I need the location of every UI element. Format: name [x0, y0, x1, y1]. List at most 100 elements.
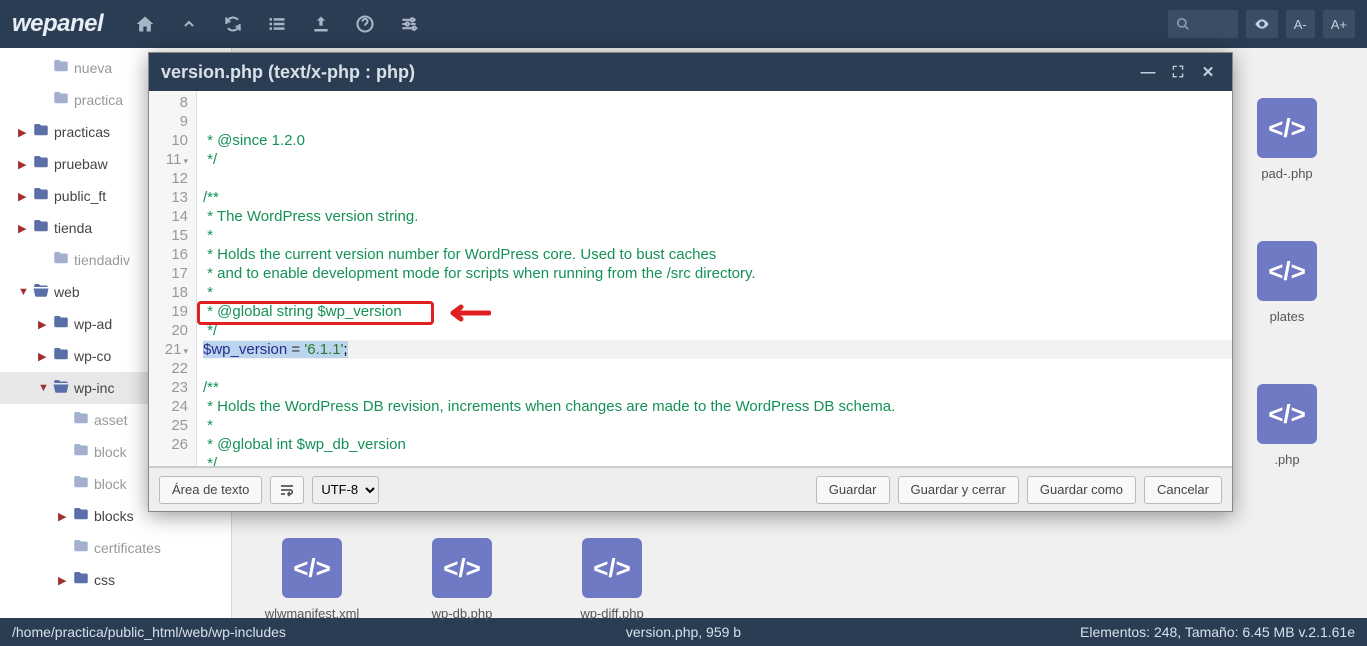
status-bar: /home/practica/public_html/web/wp-includ… — [0, 618, 1367, 646]
textarea-mode-button[interactable]: Área de texto — [159, 476, 262, 504]
code-line-10[interactable] — [203, 169, 1232, 188]
refresh-icon[interactable] — [211, 0, 255, 48]
home-icon[interactable] — [123, 0, 167, 48]
sidebar-item-label: practicas — [54, 124, 110, 140]
code-line-16[interactable]: * — [203, 283, 1232, 302]
file-grid-right: </> pad-.php </>plates </>.php — [1237, 98, 1337, 467]
folder-icon — [52, 57, 72, 79]
sidebar-item-label: practica — [74, 92, 123, 108]
view-toggle-button[interactable] — [1246, 10, 1278, 38]
code-line-17[interactable]: * @global string $wp_version — [203, 302, 1232, 321]
code-line-22[interactable]: * Holds the WordPress DB revision, incre… — [203, 397, 1232, 416]
search-input[interactable] — [1168, 10, 1238, 38]
sidebar-item-label: pruebaw — [54, 156, 108, 172]
sidebar-item-label: nueva — [74, 60, 112, 76]
file-tile[interactable]: </>.php — [1237, 384, 1337, 467]
code-line-19[interactable]: $wp_version = '6.1.1'; — [203, 340, 1232, 359]
sidebar-item-certificates[interactable]: certificates — [0, 532, 231, 564]
up-icon[interactable] — [167, 0, 211, 48]
caret-icon[interactable]: ▶ — [18, 190, 32, 203]
list-icon[interactable] — [255, 0, 299, 48]
file-name-label: wlwmanifest.xml — [265, 606, 360, 621]
sidebar-item-css[interactable]: ▶ css — [0, 564, 231, 596]
code-line-12[interactable]: * The WordPress version string. — [203, 207, 1232, 226]
caret-icon[interactable]: ▶ — [18, 158, 32, 171]
status-summary: Elementos: 248, Tamaño: 6.45 MB v.2.1.61… — [1080, 624, 1355, 640]
code-line-11[interactable]: /** — [203, 188, 1232, 207]
file-tile[interactable]: </>wlwmanifest.xml — [262, 538, 362, 621]
font-decrease-button[interactable]: A- — [1286, 10, 1315, 38]
editor-modal: version.php (text/x-php : php) — ⛶ ✕ 891… — [148, 52, 1233, 512]
code-content[interactable]: * @since 1.2.0 */ /** * The WordPress ver… — [197, 91, 1232, 466]
close-icon[interactable]: ✕ — [1196, 60, 1220, 84]
file-name-label: .php — [1274, 452, 1299, 467]
save-close-button[interactable]: Guardar y cerrar — [898, 476, 1019, 504]
brand-logo: wepanel — [12, 10, 103, 38]
toolbar-icon-group — [123, 0, 431, 48]
folder-icon — [32, 281, 52, 303]
code-editor[interactable]: 891011121314151617181920212223242526 * @… — [149, 91, 1232, 467]
code-line-20[interactable] — [203, 359, 1232, 378]
maximize-icon[interactable]: ⛶ — [1166, 60, 1190, 84]
file-tile[interactable]: </> wp-db.php — [412, 538, 512, 621]
file-icon: </> — [432, 538, 492, 598]
code-line-23[interactable]: * — [203, 416, 1232, 435]
encoding-select[interactable]: UTF-8 — [312, 476, 379, 504]
code-line-21[interactable]: /** — [203, 378, 1232, 397]
folder-icon — [32, 185, 52, 207]
code-line-13[interactable]: * — [203, 226, 1232, 245]
code-line-14[interactable]: * Holds the current version number for W… — [203, 245, 1232, 264]
folder-icon — [72, 441, 92, 463]
sidebar-item-label: asset — [94, 412, 127, 428]
status-file-info: version.php, 959 b — [626, 624, 741, 640]
folder-icon — [32, 153, 52, 175]
wrap-toggle-button[interactable] — [270, 476, 304, 504]
cancel-button[interactable]: Cancelar — [1144, 476, 1222, 504]
settings-icon[interactable] — [387, 0, 431, 48]
folder-icon — [52, 313, 72, 335]
file-tile[interactable]: </> pad-.php — [1237, 98, 1337, 181]
modal-titlebar: version.php (text/x-php : php) — ⛶ ✕ — [149, 53, 1232, 91]
caret-icon[interactable]: ▼ — [18, 286, 32, 298]
folder-icon — [72, 537, 92, 559]
sidebar-item-label: wp-ad — [74, 316, 112, 332]
file-name-label: plates — [1270, 309, 1305, 324]
code-line-24[interactable]: * @global int $wp_db_version — [203, 435, 1232, 454]
caret-icon[interactable]: ▶ — [58, 574, 72, 587]
file-name-label: wp-diff.php — [580, 606, 643, 621]
caret-icon[interactable]: ▶ — [18, 126, 32, 139]
file-name-label: wp-db.php — [432, 606, 493, 621]
sidebar-item-label: tienda — [54, 220, 92, 236]
help-icon[interactable] — [343, 0, 387, 48]
folder-icon — [72, 409, 92, 431]
caret-icon[interactable]: ▶ — [38, 318, 52, 331]
code-line-25[interactable]: */ — [203, 454, 1232, 466]
folder-icon — [52, 377, 72, 399]
folder-icon — [72, 569, 92, 591]
file-name-label: pad-.php — [1261, 166, 1312, 181]
line-number-gutter: 891011121314151617181920212223242526 — [149, 91, 197, 466]
file-icon: </> — [1257, 98, 1317, 158]
sidebar-item-label: wp-co — [74, 348, 111, 364]
save-as-button[interactable]: Guardar como — [1027, 476, 1136, 504]
minimize-icon[interactable]: — — [1136, 60, 1160, 84]
code-line-15[interactable]: * and to enable development mode for scr… — [203, 264, 1232, 283]
file-tile[interactable]: </>plates — [1237, 241, 1337, 324]
code-line-9[interactable]: */ — [203, 150, 1232, 169]
caret-icon[interactable]: ▶ — [58, 510, 72, 523]
sidebar-item-label: tiendadiv — [74, 252, 130, 268]
font-increase-button[interactable]: A+ — [1323, 10, 1355, 38]
file-tile[interactable]: </>wp-diff.php — [562, 538, 662, 621]
code-line-8[interactable]: * @since 1.2.0 — [203, 131, 1232, 150]
upload-icon[interactable] — [299, 0, 343, 48]
caret-icon[interactable]: ▶ — [38, 350, 52, 363]
code-line-18[interactable]: */ — [203, 321, 1232, 340]
status-path: /home/practica/public_html/web/wp-includ… — [12, 624, 286, 640]
save-button[interactable]: Guardar — [816, 476, 890, 504]
sidebar-item-label: css — [94, 572, 115, 588]
top-toolbar: wepanel A- A+ — [0, 0, 1367, 48]
folder-icon — [72, 473, 92, 495]
folder-icon — [52, 249, 72, 271]
caret-icon[interactable]: ▶ — [18, 222, 32, 235]
caret-icon[interactable]: ▼ — [38, 382, 52, 394]
